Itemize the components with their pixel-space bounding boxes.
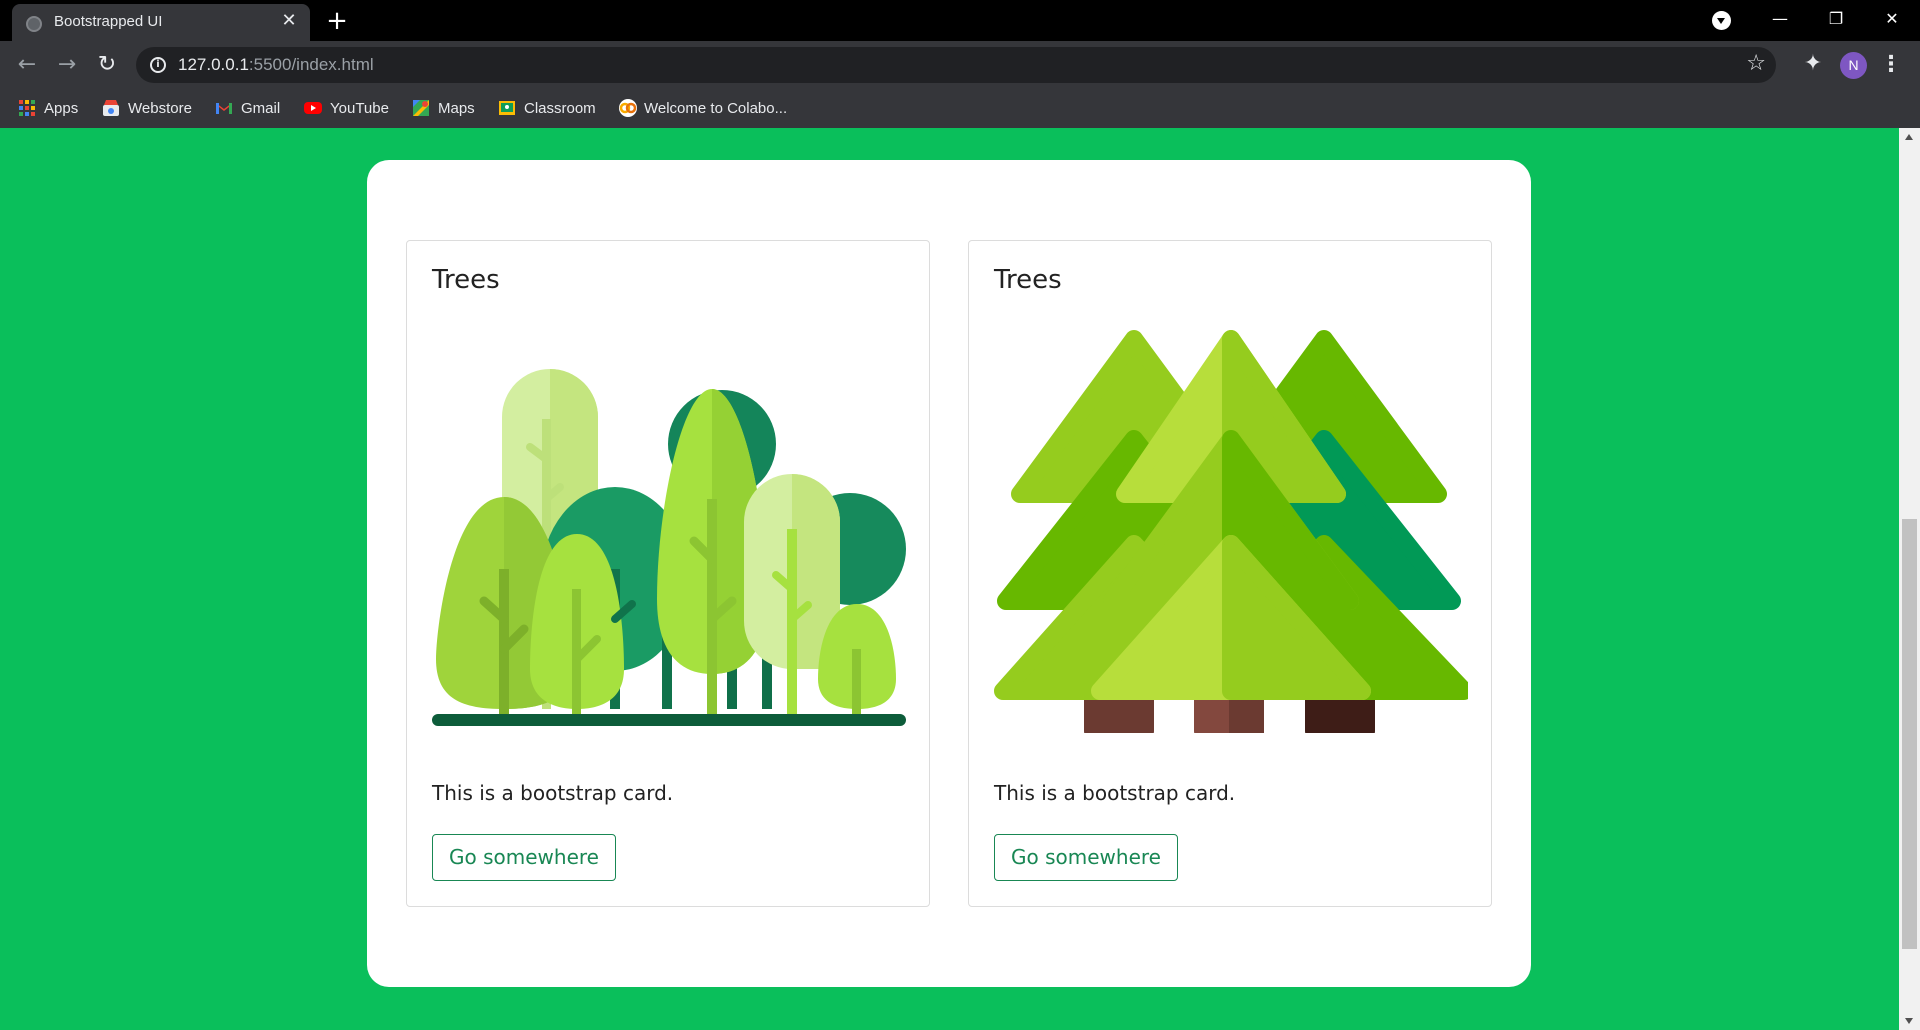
info-icon[interactable]: i <box>150 57 166 73</box>
apps-grid-icon <box>18 99 36 117</box>
reload-button[interactable]: ↻ <box>92 50 122 80</box>
bookmark-colab[interactable]: Welcome to Colabo... <box>618 95 787 121</box>
more-menu-icon[interactable]: ⋮ <box>1880 51 1902 79</box>
webstore-icon <box>102 99 120 117</box>
new-tab-button[interactable]: + <box>322 7 352 37</box>
bookmark-classroom[interactable]: Classroom <box>498 95 596 121</box>
gmail-icon <box>215 99 233 117</box>
globe-icon <box>26 16 42 32</box>
bookmark-label: Maps <box>438 99 475 117</box>
colab-icon <box>618 99 637 117</box>
tab-search-icon[interactable] <box>1712 11 1731 30</box>
browser-toolbar: ← → ↻ i 127.0.0.1:5500/index.html ☆ ✦ N … <box>0 41 1920 89</box>
bookmark-apps[interactable]: Apps <box>18 95 78 121</box>
bookmark-label: Webstore <box>128 99 192 117</box>
content-panel: Trees This is a bootstrap card. Go somew… <box>367 160 1531 987</box>
bookmark-label: Gmail <box>241 99 281 117</box>
bookmark-gmail[interactable]: Gmail <box>215 95 280 121</box>
card-title: Trees <box>432 265 500 295</box>
close-window-button[interactable]: ✕ <box>1864 0 1920 41</box>
go-somewhere-button[interactable]: Go somewhere <box>994 834 1178 881</box>
youtube-icon <box>304 99 322 117</box>
card: Trees This is a bootstrap card. Go somew… <box>968 240 1492 907</box>
card: Trees This is a bootstrap card. Go somew… <box>406 240 930 907</box>
profile-avatar[interactable]: N <box>1840 52 1867 79</box>
tab-strip: Bootstrapped UI ✕ + — ❐ ✕ <box>0 0 1920 41</box>
scroll-up-arrow-icon[interactable] <box>1905 134 1913 140</box>
bookmark-label: Apps <box>44 99 79 117</box>
minimize-button[interactable]: — <box>1752 0 1808 41</box>
scrollbar-thumb[interactable] <box>1902 519 1917 949</box>
bookmark-label: YouTube <box>330 99 389 117</box>
bookmark-label: Welcome to Colabo... <box>644 99 788 117</box>
bookmark-star-icon[interactable]: ☆ <box>1746 51 1766 76</box>
card-text: This is a bootstrap card. <box>432 781 674 805</box>
address-bar[interactable]: i 127.0.0.1:5500/index.html ☆ <box>136 47 1776 83</box>
tab-title: Bootstrapped UI <box>54 13 163 30</box>
card-title: Trees <box>994 265 1062 295</box>
restore-button[interactable]: ❐ <box>1808 0 1864 41</box>
bookmark-label: Classroom <box>524 99 596 117</box>
bookmark-maps[interactable]: Maps <box>412 95 475 121</box>
maps-icon <box>412 99 430 117</box>
extensions-puzzle-icon[interactable]: ✦ <box>1800 51 1826 77</box>
vertical-scrollbar[interactable] <box>1899 128 1920 1030</box>
url-text[interactable]: 127.0.0.1:5500/index.html <box>178 55 374 75</box>
scroll-down-arrow-icon[interactable] <box>1905 1018 1913 1024</box>
close-tab-icon[interactable]: ✕ <box>278 10 300 32</box>
browser-tab[interactable]: Bootstrapped UI ✕ <box>12 4 310 41</box>
bookmark-webstore[interactable]: Webstore <box>102 95 192 121</box>
pine-trees-illustration <box>994 330 1468 733</box>
deciduous-forest-illustration <box>432 369 906 726</box>
card-text: This is a bootstrap card. <box>994 781 1236 805</box>
back-button[interactable]: ← <box>12 50 42 80</box>
go-somewhere-button[interactable]: Go somewhere <box>432 834 616 881</box>
page-viewport: Trees This is a bootstrap card. Go somew… <box>0 128 1899 1030</box>
bookmarks-bar: Apps Webstore Gmail YouTube Maps Classro… <box>0 89 1920 128</box>
bookmark-youtube[interactable]: YouTube <box>304 95 389 121</box>
forward-button[interactable]: → <box>52 50 82 80</box>
classroom-icon <box>498 99 516 117</box>
